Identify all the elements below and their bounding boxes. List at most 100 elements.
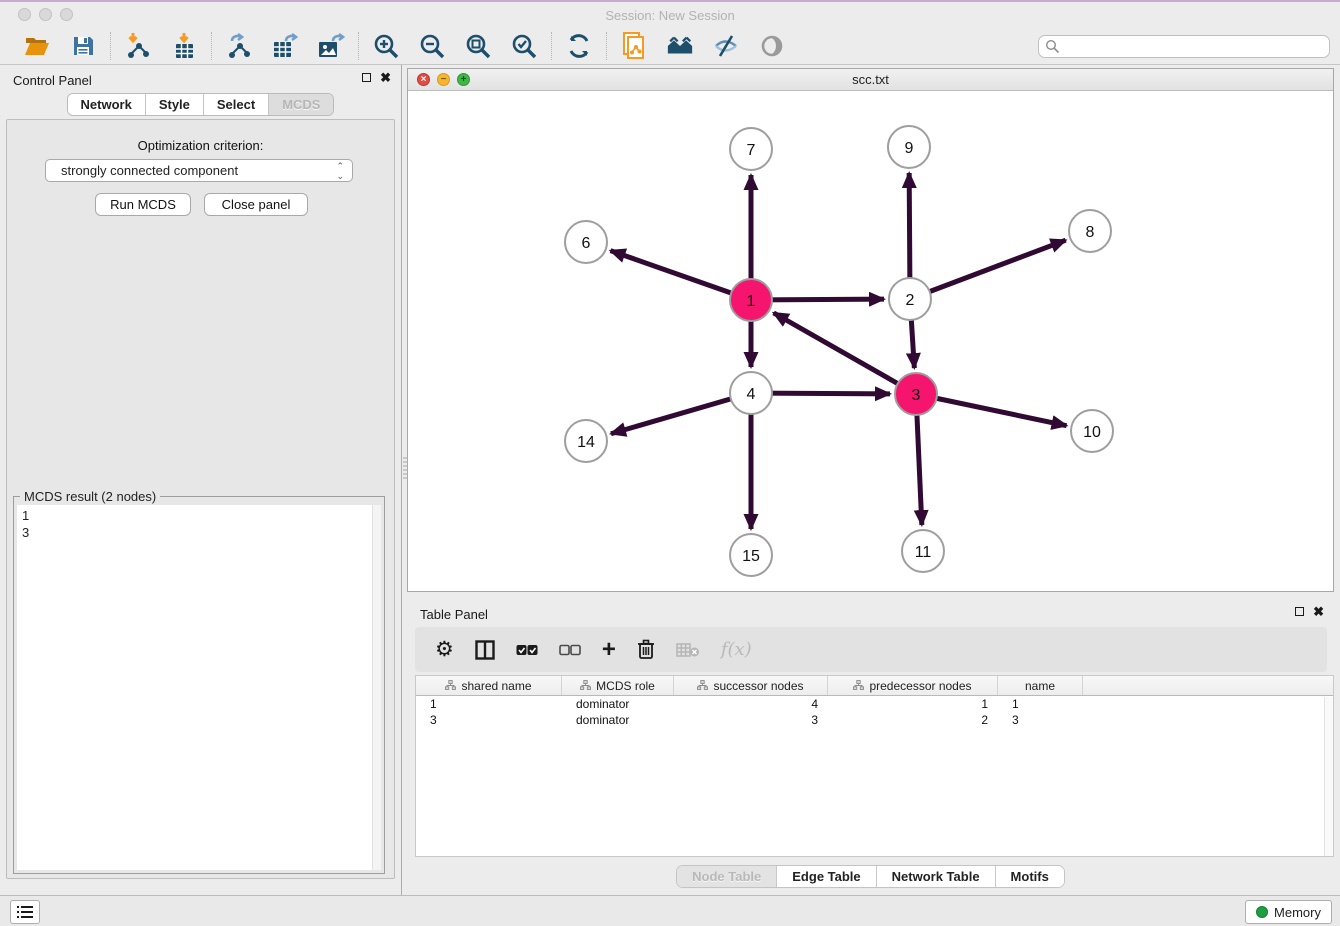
svg-text:9: 9 (905, 140, 914, 157)
save-session-icon[interactable] (69, 32, 97, 60)
import-table-icon[interactable] (170, 32, 198, 60)
tab-style[interactable]: Style (146, 94, 204, 115)
mcds-result-fieldset: MCDS result (2 nodes) 1 3 (13, 496, 385, 874)
graph-node-15[interactable]: 15 (730, 534, 772, 576)
graph-node-10[interactable]: 10 (1071, 410, 1113, 452)
svg-text:7: 7 (747, 142, 756, 159)
float-table-panel-icon[interactable] (1295, 607, 1304, 616)
import-network-icon[interactable] (124, 32, 152, 60)
deselect-all-icon[interactable] (559, 644, 581, 656)
svg-text:10: 10 (1083, 424, 1101, 441)
memory-status-icon (1256, 906, 1268, 918)
tab-network[interactable]: Network (68, 94, 146, 115)
table-toolbar: ⚙ + f(x) (415, 627, 1327, 672)
tab-select[interactable]: Select (204, 94, 269, 115)
select-all-icon[interactable] (516, 644, 538, 656)
graph-edge-1-6[interactable] (611, 251, 751, 300)
export-table-icon[interactable] (271, 32, 299, 60)
table-panel-title: Table Panel (420, 607, 488, 622)
column-browser-icon[interactable] (475, 640, 495, 660)
delete-table-icon[interactable] (676, 642, 700, 658)
table-cell[interactable]: 1 (998, 696, 1083, 712)
table-scrollbar[interactable] (1324, 697, 1333, 856)
network-graph[interactable]: 7 9 6 8 1 2 4 3 14 10 15 11 (408, 91, 1333, 591)
tab-motifs[interactable]: Motifs (996, 866, 1064, 887)
function-builder-icon[interactable]: f(x) (721, 639, 752, 660)
table-cell[interactable]: 1 (416, 696, 562, 712)
svg-text:3: 3 (912, 387, 921, 404)
memory-button[interactable]: Memory (1245, 900, 1332, 924)
tab-node-table[interactable]: Node Table (677, 866, 777, 887)
table-cell[interactable]: 3 (674, 712, 828, 728)
table-row[interactable]: 1dominator411 (416, 696, 1333, 712)
zoom-out-icon[interactable] (418, 32, 446, 60)
tab-mcds[interactable]: MCDS (269, 94, 333, 115)
svg-text:8: 8 (1086, 224, 1095, 241)
zoom-fit-icon[interactable] (464, 32, 492, 60)
table-row[interactable]: 3dominator323 (416, 712, 1333, 728)
column-header-name[interactable]: name (998, 676, 1083, 695)
table-cell[interactable]: 1 (828, 696, 998, 712)
table-panel: Table Panel ✖ ⚙ + f(x) shared nameMCDS r… (407, 599, 1334, 895)
memory-label: Memory (1274, 905, 1321, 920)
close-panel-icon[interactable]: ✖ (380, 73, 391, 82)
table-cell[interactable]: 2 (828, 712, 998, 728)
table-cell[interactable]: 3 (416, 712, 562, 728)
network-window-titlebar[interactable]: × − + scc.txt (408, 69, 1333, 91)
graph-node-9[interactable]: 9 (888, 126, 930, 168)
mcds-result-text[interactable]: 1 3 (17, 505, 372, 870)
table-header-row: shared nameMCDS rolesuccessor nodesprede… (416, 676, 1333, 696)
optimization-criterion-value: strongly connected component (61, 163, 238, 178)
graph-node-3[interactable]: 3 (895, 373, 937, 415)
new-network-icon[interactable] (620, 32, 648, 60)
graph-node-11[interactable]: 11 (902, 530, 944, 572)
table-cell[interactable]: dominator (562, 696, 674, 712)
search-input[interactable] (1038, 35, 1330, 58)
mcds-result-scrollbar[interactable] (372, 505, 381, 870)
app-titlebar: Session: New Session (0, 2, 1340, 28)
zoom-selected-icon[interactable] (510, 32, 538, 60)
close-panel-button[interactable]: Close panel (204, 193, 308, 216)
add-column-icon[interactable]: + (602, 640, 616, 660)
optimization-criterion-select[interactable]: strongly connected component ⌃⌄ (45, 159, 353, 182)
graph-node-1[interactable]: 1 (730, 279, 772, 321)
hide-selected-icon[interactable] (712, 32, 740, 60)
tab-edge-table[interactable]: Edge Table (777, 866, 876, 887)
close-table-panel-icon[interactable]: ✖ (1313, 607, 1324, 616)
column-type-icon (853, 679, 864, 693)
open-session-icon[interactable] (23, 32, 51, 60)
table-cell[interactable]: dominator (562, 712, 674, 728)
refresh-layout-icon[interactable] (565, 32, 593, 60)
birdseye-icon[interactable] (758, 32, 786, 60)
export-image-icon[interactable] (317, 32, 345, 60)
export-network-icon[interactable] (225, 32, 253, 60)
column-header-shared-name[interactable]: shared name (416, 676, 562, 695)
graph-node-14[interactable]: 14 (565, 420, 607, 462)
column-header-MCDS-role[interactable]: MCDS role (562, 676, 674, 695)
first-neighbors-icon[interactable] (666, 32, 694, 60)
column-header-successor-nodes[interactable]: successor nodes (674, 676, 828, 695)
run-mcds-button[interactable]: Run MCDS (95, 193, 191, 216)
column-type-icon (580, 679, 591, 693)
graph-node-2[interactable]: 2 (889, 278, 931, 320)
svg-text:14: 14 (577, 434, 595, 451)
graph-node-4[interactable]: 4 (730, 372, 772, 414)
column-header-predecessor-nodes[interactable]: predecessor nodes (828, 676, 998, 695)
task-history-button[interactable] (10, 900, 40, 924)
table-body: 1dominator4113dominator323 (416, 696, 1333, 728)
graph-edge-3-10[interactable] (916, 394, 1067, 426)
column-settings-icon[interactable]: ⚙ (435, 639, 454, 660)
graph-edge-3-1[interactable] (774, 313, 916, 394)
graph-node-8[interactable]: 8 (1069, 210, 1111, 252)
tab-network-table[interactable]: Network Table (877, 866, 996, 887)
graph-node-7[interactable]: 7 (730, 128, 772, 170)
table-cell[interactable]: 4 (674, 696, 828, 712)
float-panel-icon[interactable] (362, 73, 371, 82)
delete-column-icon[interactable] (637, 639, 655, 660)
graph-node-6[interactable]: 6 (565, 221, 607, 263)
control-panel-tabs: NetworkStyleSelectMCDS (67, 93, 335, 116)
graph-edge-2-8[interactable] (910, 240, 1066, 299)
zoom-in-icon[interactable] (372, 32, 400, 60)
table-cell[interactable]: 3 (998, 712, 1083, 728)
control-panel-title: Control Panel (13, 73, 92, 88)
